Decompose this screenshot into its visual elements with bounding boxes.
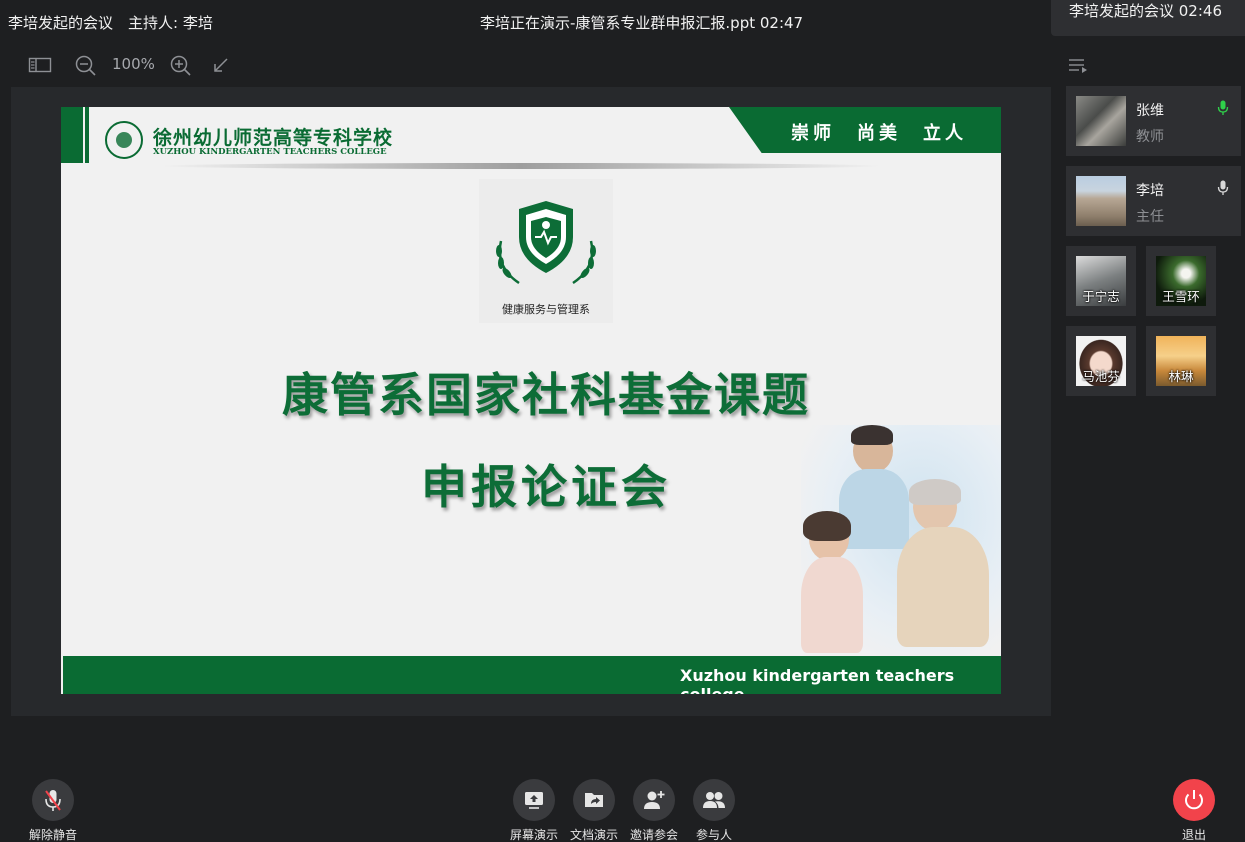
participant-role: 主任 bbox=[1136, 209, 1164, 225]
invite-button[interactable] bbox=[633, 779, 675, 821]
participant-card[interactable]: 张维 教师 bbox=[1066, 86, 1241, 156]
presentation-stage: 徐州幼儿师范高等专科学校 XUZHOU KINDERGARTEN TEACHER… bbox=[11, 87, 1051, 716]
avatar bbox=[1076, 176, 1126, 226]
folder-share-icon bbox=[585, 793, 603, 807]
header-accent-bar bbox=[61, 107, 83, 163]
mic-icon bbox=[1217, 180, 1229, 195]
college-name-cn: 徐州幼儿师范高等专科学校 bbox=[153, 127, 394, 149]
meeting-title: 李培发起的会议 bbox=[8, 14, 114, 32]
slide-footer: Xuzhou kindergarten teachers college bbox=[61, 656, 1001, 694]
department-logo-card: 健康服务与管理系 bbox=[479, 179, 613, 323]
footer-college-en: Xuzhou kindergarten teachers college bbox=[680, 666, 955, 694]
motto-2: 尚美 bbox=[857, 123, 901, 144]
participant-name: 李培 bbox=[1136, 183, 1164, 199]
meeting-info-text: 李培发起的会议 02:46 bbox=[1069, 2, 1222, 20]
top-bar: 李培发起的会议 主持人: 李培 李培正在演示-康管系专业群申报汇报.ppt 02… bbox=[0, 0, 1050, 44]
mic-active-icon bbox=[1217, 100, 1229, 115]
header-accent-stripe bbox=[85, 107, 89, 163]
header-divider bbox=[161, 163, 881, 169]
college-motto: 崇师 尚美 立人 bbox=[769, 119, 967, 145]
sidebar-toggle-icon[interactable] bbox=[28, 54, 52, 76]
college-logo-icon bbox=[105, 121, 143, 159]
zoom-level: 100% bbox=[112, 55, 155, 73]
participant-tile-name: 于宁志 bbox=[1082, 289, 1120, 304]
power-icon bbox=[1185, 790, 1203, 810]
slide-header: 徐州幼儿师范高等专科学校 XUZHOU KINDERGARTEN TEACHER… bbox=[61, 107, 1001, 163]
slide-title-line1: 康管系国家社科基金课题 bbox=[282, 368, 810, 422]
avatar bbox=[1076, 96, 1126, 146]
exit-fullscreen-icon[interactable] bbox=[210, 54, 234, 76]
presenting-status: 李培正在演示-康管系专业群申报汇报.ppt 02:47 bbox=[480, 14, 804, 32]
college-name-en: XUZHOU KINDERGARTEN TEACHERS COLLEGE bbox=[153, 147, 387, 157]
caregivers-photo bbox=[801, 425, 1001, 655]
presentation-toolbar: 100% bbox=[0, 48, 1050, 82]
motto-3: 立人 bbox=[923, 123, 967, 144]
slide: 徐州幼儿师范高等专科学校 XUZHOU KINDERGARTEN TEACHER… bbox=[61, 107, 1001, 694]
motto-1: 崇师 bbox=[791, 123, 835, 144]
participants-label: 参与人 bbox=[695, 828, 732, 842]
zoom-in-icon[interactable] bbox=[169, 54, 193, 76]
participant-tile[interactable]: 林琳 bbox=[1146, 326, 1216, 396]
host-label: 主持人: 李培 bbox=[128, 14, 213, 32]
exit-label: 退出 bbox=[1181, 828, 1206, 842]
meeting-info-header: 李培发起的会议 02:46 bbox=[1051, 0, 1245, 36]
participant-list-toggle-icon[interactable] bbox=[1066, 56, 1090, 76]
add-user-icon bbox=[644, 791, 665, 809]
screen-share-button[interactable] bbox=[513, 779, 555, 821]
participant-card[interactable]: 李培 主任 bbox=[1066, 166, 1241, 236]
participant-role: 教师 bbox=[1136, 129, 1164, 145]
participant-tile[interactable]: 于宁志 bbox=[1066, 246, 1136, 316]
participants-button[interactable] bbox=[693, 779, 735, 821]
exit-button[interactable] bbox=[1173, 779, 1215, 821]
screen-share-icon bbox=[525, 792, 543, 809]
participant-tile[interactable]: 马池芬 bbox=[1066, 326, 1136, 396]
laurel-icon bbox=[496, 240, 596, 285]
zoom-out-icon[interactable] bbox=[74, 54, 98, 76]
users-icon bbox=[703, 792, 725, 808]
doc-share-button[interactable] bbox=[573, 779, 615, 821]
participant-tile[interactable]: 王雪环 bbox=[1146, 246, 1216, 316]
unmute-button[interactable] bbox=[32, 779, 74, 821]
unmute-label: 解除静音 bbox=[28, 828, 77, 842]
department-name: 健康服务与管理系 bbox=[502, 303, 590, 316]
mic-muted-icon bbox=[45, 790, 61, 811]
footer-accent-line bbox=[61, 656, 63, 694]
participant-tile-name: 马池芬 bbox=[1082, 369, 1120, 384]
participant-name: 张维 bbox=[1136, 103, 1164, 119]
participant-tile-name: 林琳 bbox=[1168, 369, 1194, 384]
motto-banner: 崇师 尚美 立人 bbox=[729, 107, 1001, 153]
participant-tile-name: 王雪环 bbox=[1162, 289, 1200, 304]
